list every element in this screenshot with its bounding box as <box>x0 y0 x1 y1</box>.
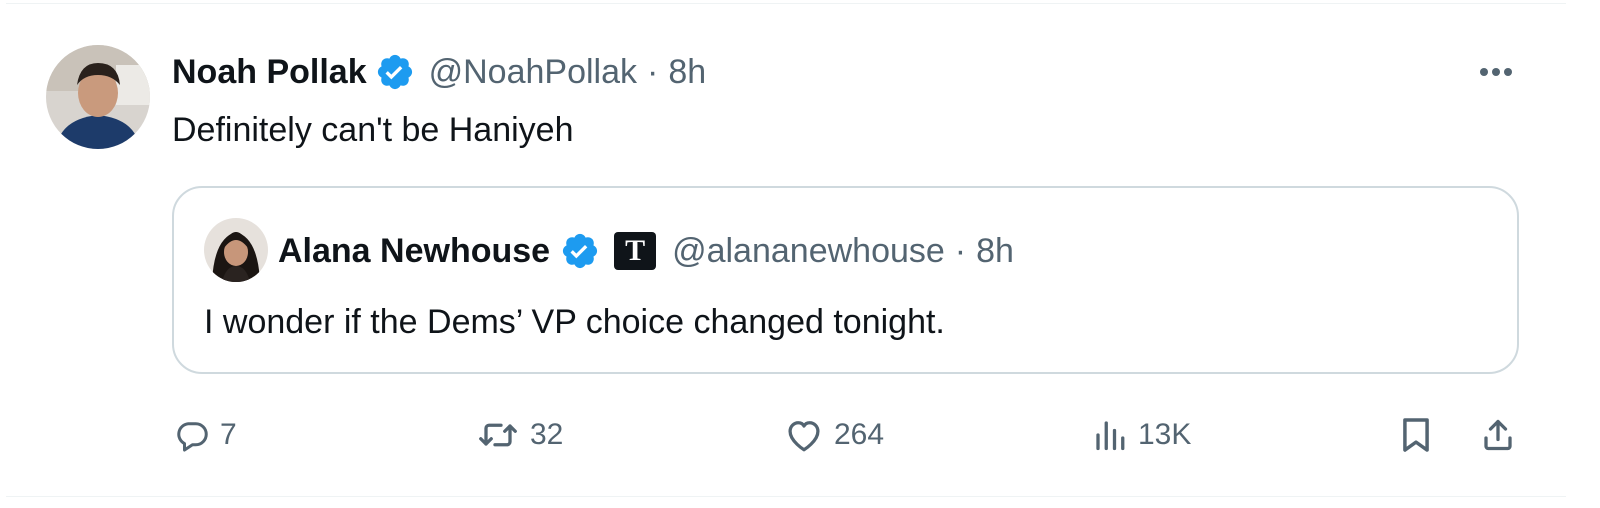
affiliation-badge-icon: T <box>614 232 657 270</box>
like-button[interactable]: 264 <box>784 410 884 460</box>
like-count: 264 <box>834 418 885 451</box>
quoted-author-name: Alana Newhouse <box>278 231 551 270</box>
reply-button[interactable]: 7 <box>174 410 237 460</box>
views-button[interactable]: 13K <box>1092 410 1191 460</box>
tweet-action-bar: 7 32 264 13K <box>0 410 1600 460</box>
more-options-button[interactable] <box>1472 55 1520 89</box>
bookmark-button[interactable] <box>1400 410 1432 460</box>
analytics-icon <box>1096 421 1125 451</box>
avatar-photo <box>46 45 150 149</box>
share-button[interactable] <box>1480 410 1516 460</box>
tweet-text: Definitely can't be Haniyeh <box>172 111 574 149</box>
verified-badge-icon <box>560 231 600 271</box>
heart-icon <box>788 421 820 452</box>
author-name[interactable]: Noah Pollak <box>172 53 367 92</box>
author-handle[interactable]: @NoahPollak <box>429 53 637 92</box>
author-avatar[interactable] <box>46 45 150 149</box>
avatar-photo <box>204 218 268 282</box>
tweet-header: Noah Pollak @NoahPollak · 8h <box>172 48 706 96</box>
verified-badge-icon[interactable] <box>375 52 415 92</box>
more-options-icon <box>1480 68 1512 76</box>
reply-icon <box>177 422 208 452</box>
quoted-tweet-timestamp: 8h <box>976 231 1014 270</box>
bookmark-icon <box>1403 418 1429 452</box>
tweet-timestamp[interactable]: 8h <box>668 53 706 92</box>
quoted-tweet-card[interactable]: Alana Newhouse T @alananewhouse · 8h I w… <box>172 186 1519 374</box>
separator: · <box>954 231 967 270</box>
quoted-tweet-header: Alana Newhouse T @alananewhouse · 8h <box>278 226 1014 276</box>
quoted-tweet-text: I wonder if the Dems’ VP choice changed … <box>204 303 945 341</box>
repost-button[interactable]: 32 <box>476 410 563 460</box>
quoted-author-avatar[interactable] <box>204 218 268 282</box>
quoted-author-handle: @alananewhouse <box>672 231 945 270</box>
separator: · <box>647 52 659 91</box>
reply-count: 7 <box>220 418 237 451</box>
repost-count: 32 <box>530 418 564 451</box>
view-count: 13K <box>1138 418 1192 451</box>
repost-icon <box>479 423 517 447</box>
share-icon <box>1484 419 1512 451</box>
